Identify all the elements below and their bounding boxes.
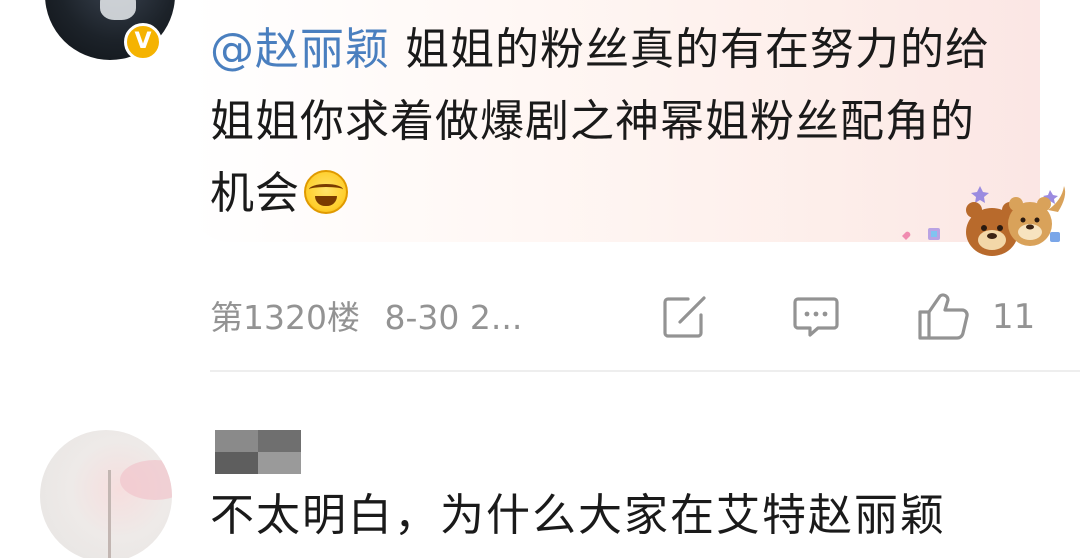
- edit-icon: [663, 296, 706, 338]
- comment-meta: 第1320楼 8-30 2...: [210, 290, 522, 346]
- verified-badge-icon: V: [124, 23, 162, 61]
- comment-icon: [793, 297, 839, 337]
- like-count: 11: [992, 297, 1036, 337]
- timestamp: 8-30 2...: [384, 298, 523, 337]
- laugh-cry-emoji-icon: [304, 170, 348, 214]
- floor-number: 第1320楼: [210, 298, 360, 337]
- avatar-face: [100, 0, 136, 20]
- username-pixelated[interactable]: [215, 430, 301, 474]
- bear-sticker-icon: [902, 186, 1066, 256]
- avatar-decoration: [108, 470, 111, 558]
- thumbs-up-icon: [918, 293, 969, 340]
- mention-link[interactable]: @赵丽颖: [210, 24, 390, 75]
- comment-thread: V @赵丽颖 姐姐的粉丝真的有在努力的给姐姐你求着做爆剧之神幂姐粉丝配角的机会 …: [0, 0, 1080, 558]
- comment-text: 不太明白，为什么大家在艾特赵丽颖: [210, 490, 946, 541]
- comment-button[interactable]: [792, 292, 840, 342]
- avatar-decoration: [120, 460, 172, 500]
- comment-text: @赵丽颖 姐姐的粉丝真的有在努力的给姐姐你求着做爆剧之神幂姐粉丝配角的机会: [210, 14, 1000, 230]
- divider: [210, 370, 1080, 372]
- like-button[interactable]: 11: [916, 292, 1035, 342]
- repost-button[interactable]: [662, 292, 710, 342]
- avatar[interactable]: [40, 430, 172, 558]
